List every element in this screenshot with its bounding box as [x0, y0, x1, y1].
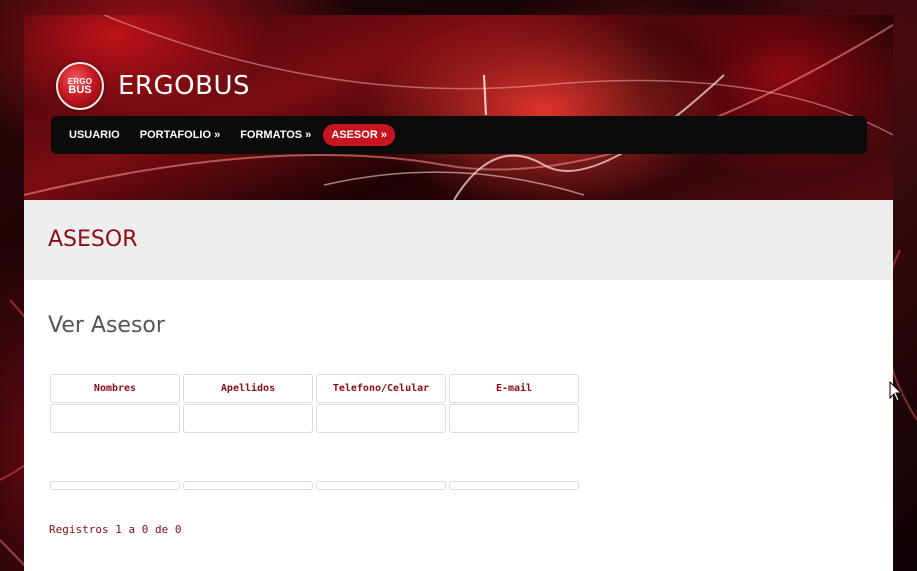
- nav-item-formatos[interactable]: FORMATOS »: [232, 124, 319, 146]
- logo-badge-line2: BUS: [68, 84, 92, 96]
- footer-cell-apellidos: [183, 481, 313, 490]
- filter-cell-apellidos[interactable]: [183, 404, 313, 433]
- footer-cell-email: [449, 481, 579, 490]
- filter-cell-email[interactable]: [449, 404, 579, 433]
- column-header-email[interactable]: E-mail: [449, 374, 579, 403]
- mouse-cursor-icon: [889, 381, 903, 402]
- asesor-table: Nombres Apellidos Telefono/Celular E-mai…: [50, 374, 582, 490]
- table-filter-row: [50, 403, 582, 433]
- brand-logo[interactable]: ERGO BUS ERGOBUS: [56, 62, 250, 110]
- logo-badge-icon: ERGO BUS: [56, 62, 104, 110]
- records-info: Registros 1 a 0 de 0: [49, 523, 182, 536]
- filter-cell-telefono[interactable]: [316, 404, 446, 433]
- brand-name: ERGOBUS: [118, 71, 250, 101]
- main-nav: USUARIO PORTAFOLIO » FORMATOS » ASESOR »: [51, 116, 867, 154]
- nav-item-asesor[interactable]: ASESOR »: [323, 124, 395, 146]
- page-title: ASESOR: [48, 227, 138, 252]
- column-header-telefono[interactable]: Telefono/Celular: [316, 374, 446, 403]
- table-footer-row: [50, 481, 582, 490]
- footer-cell-telefono: [316, 481, 446, 490]
- nav-item-usuario[interactable]: USUARIO: [61, 124, 128, 146]
- column-header-apellidos[interactable]: Apellidos: [183, 374, 313, 403]
- filter-cell-nombres[interactable]: [50, 404, 180, 433]
- main-content: Ver Asesor Nombres Apellidos Telefono/Ce…: [24, 280, 893, 571]
- title-band: ASESOR: [24, 200, 893, 280]
- section-title: Ver Asesor: [48, 313, 165, 338]
- column-header-nombres[interactable]: Nombres: [50, 374, 180, 403]
- nav-item-portafolio[interactable]: PORTAFOLIO »: [132, 124, 228, 146]
- table-header-row: Nombres Apellidos Telefono/Celular E-mai…: [50, 374, 582, 403]
- site-header: ERGO BUS ERGOBUS USUARIO PORTAFOLIO » FO…: [24, 15, 893, 200]
- footer-cell-nombres: [50, 481, 180, 490]
